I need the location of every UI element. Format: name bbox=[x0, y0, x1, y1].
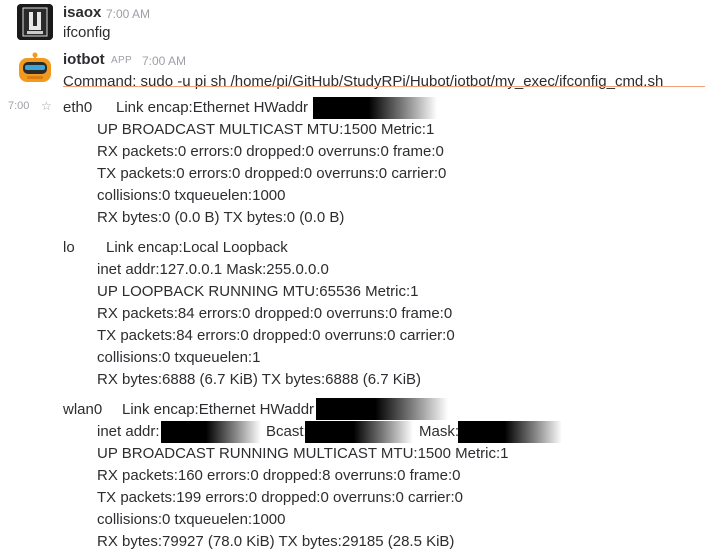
iface-name-lo: lo bbox=[63, 239, 75, 256]
eth0-line-2: UP BROADCAST MULTICAST MTU:1500 Metric:1 bbox=[97, 121, 435, 138]
lo-line-4: RX packets:84 errors:0 dropped:0 overrun… bbox=[97, 305, 453, 322]
redacted-inet-addr bbox=[161, 421, 261, 443]
lo-line-2: inet addr:127.0.0.1 Mask:255.0.0.0 bbox=[97, 261, 329, 278]
iface-name-wlan0: wlan0 bbox=[63, 401, 103, 418]
wlan0-line-4: RX packets:160 errors:0 dropped:8 overru… bbox=[97, 467, 461, 484]
wlan0-line-6: collisions:0 txqueuelen:1000 bbox=[97, 511, 286, 528]
message-text: ifconfig bbox=[63, 24, 111, 41]
message-timestamp[interactable]: 7:00 AM bbox=[142, 54, 186, 68]
wlan0-inet-label: inet addr: bbox=[97, 423, 160, 440]
lo-line-7: RX bytes:6888 (6.7 KiB) TX bytes:6888 (6… bbox=[97, 371, 422, 388]
iface-name-eth0: eth0 bbox=[63, 99, 93, 116]
wlan0-line-1: Link encap:Ethernet HWaddr bbox=[122, 401, 315, 418]
redacted-bcast bbox=[305, 421, 413, 443]
bot-avatar-iotbot[interactable] bbox=[17, 50, 53, 86]
new-messages-divider bbox=[63, 86, 705, 87]
lo-line-3: UP LOOPBACK RUNNING MTU:65536 Metric:1 bbox=[97, 283, 419, 300]
output-timestamp[interactable]: 7:00 bbox=[8, 100, 29, 112]
robot-icon bbox=[19, 52, 51, 82]
star-icon[interactable]: ☆ bbox=[41, 99, 52, 113]
avatar-icon bbox=[17, 4, 53, 40]
eth0-line-4: TX packets:0 errors:0 dropped:0 overruns… bbox=[97, 165, 447, 182]
command-text: Command: sudo -u pi sh /home/pi/GitHub/S… bbox=[63, 73, 664, 90]
username-iotbot[interactable]: iotbot bbox=[63, 51, 105, 68]
username-isaox[interactable]: isaox bbox=[63, 4, 101, 21]
lo-line-5: TX packets:84 errors:0 dropped:0 overrun… bbox=[97, 327, 455, 344]
wlan0-line-7: RX bytes:79927 (78.0 KiB) TX bytes:29185… bbox=[97, 533, 455, 550]
lo-line-1: Link encap:Local Loopback bbox=[106, 239, 288, 256]
eth0-line-5: collisions:0 txqueuelen:1000 bbox=[97, 187, 286, 204]
eth0-line-3: RX packets:0 errors:0 dropped:0 overruns… bbox=[97, 143, 444, 160]
eth0-line-1: Link encap:Ethernet HWaddr bbox=[116, 99, 309, 116]
redacted-hwaddr bbox=[313, 97, 437, 119]
wlan0-mask-label: Mask: bbox=[419, 423, 460, 440]
message-timestamp[interactable]: 7:00 AM bbox=[106, 7, 150, 21]
app-badge: APP bbox=[111, 55, 132, 66]
wlan0-bcast-label: Bcast: bbox=[266, 423, 308, 440]
wlan0-line-5: TX packets:199 errors:0 dropped:0 overru… bbox=[97, 489, 464, 506]
user-avatar-isaox[interactable] bbox=[17, 4, 53, 40]
lo-line-6: collisions:0 txqueuelen:1 bbox=[97, 349, 261, 366]
redacted-hwaddr bbox=[316, 398, 448, 420]
eth0-line-6: RX bytes:0 (0.0 B) TX bytes:0 (0.0 B) bbox=[97, 209, 345, 226]
redacted-mask bbox=[458, 421, 562, 443]
wlan0-line-3: UP BROADCAST RUNNING MULTICAST MTU:1500 … bbox=[97, 445, 509, 462]
